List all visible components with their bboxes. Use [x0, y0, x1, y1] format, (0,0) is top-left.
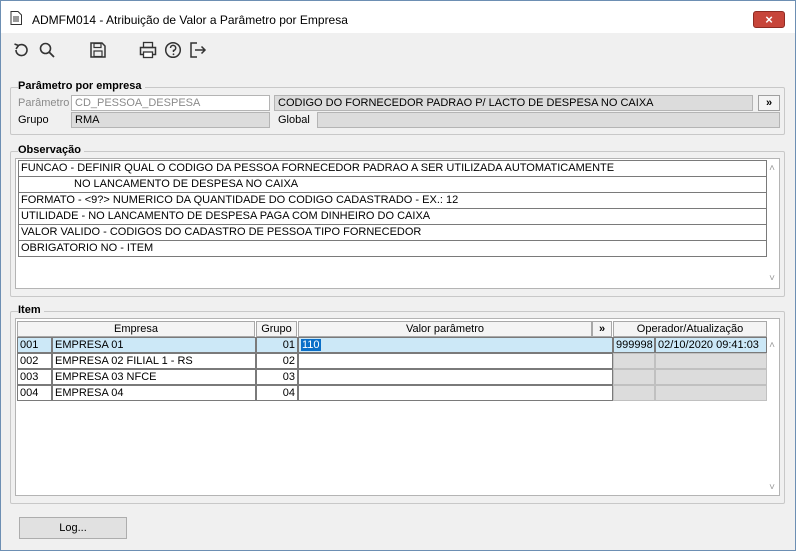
row-empresa-cell[interactable]: EMPRESA 02 FILIAL 1 - RS [52, 353, 256, 369]
header-grupo[interactable]: Grupo [256, 321, 297, 337]
global-label: Global [278, 114, 310, 126]
row-empresa-cell[interactable]: EMPRESA 04 [52, 385, 256, 401]
row-grupo-cell[interactable]: 03 [256, 369, 298, 385]
row-atualizacao-cell [655, 385, 767, 401]
close-button[interactable]: × [753, 11, 785, 28]
parametro-section-title: Parâmetro por empresa [18, 80, 145, 92]
row-code-cell[interactable]: 001 [17, 337, 52, 353]
row-valor-cell[interactable] [298, 385, 613, 401]
observacao-line: FUNCAO - DEFINIR QUAL O CODIGO DA PESSOA… [18, 160, 767, 177]
scroll-down-arrow-icon[interactable]: ˅ [766, 482, 778, 494]
global-field [317, 112, 780, 128]
observacao-line: VALOR VALIDO - CODIGOS DO CADASTRO DE PE… [18, 224, 767, 241]
row-operador-cell: 999998 [613, 337, 655, 353]
scroll-up-arrow-icon[interactable]: ˄ [766, 163, 778, 175]
main-window: ADMFM014 - Atribuição de Valor a Parâmet… [0, 0, 796, 551]
toolbar [1, 33, 795, 67]
row-empresa-cell[interactable]: EMPRESA 03 NFCE [52, 369, 256, 385]
grupo-field: RMA [71, 112, 270, 128]
row-grupo-cell[interactable]: 02 [256, 353, 298, 369]
row-operador-cell [613, 369, 655, 385]
parametro-lookup-button[interactable]: » [758, 95, 780, 111]
observacao-line: UTILIDADE - NO LANCAMENTO DE DESPESA PAG… [18, 208, 767, 225]
grupo-label: Grupo [18, 114, 49, 126]
row-grupo-cell[interactable]: 01 [256, 337, 298, 353]
observacao-line: NO LANCAMENTO DE DESPESA NO CAIXA [18, 176, 767, 193]
row-atualizacao-cell [655, 369, 767, 385]
parametro-description-field: CODIGO DO FORNECEDOR PADRAO P/ LACTO DE … [274, 95, 753, 111]
row-atualizacao-cell [655, 353, 767, 369]
row-code-cell[interactable]: 002 [17, 353, 52, 369]
row-atualizacao-cell: 02/10/2020 09:41:03 [655, 337, 767, 353]
scroll-up-arrow-icon[interactable]: ˄ [766, 340, 778, 352]
item-grid: Empresa Grupo Valor parâmetro » Operador… [15, 318, 780, 496]
row-valor-cell[interactable] [298, 369, 613, 385]
parametro-field[interactable]: CD_PESSOA_DESPESA [71, 95, 270, 111]
exit-icon[interactable] [189, 41, 207, 59]
row-valor-cell[interactable] [298, 353, 613, 369]
row-operador-cell [613, 353, 655, 369]
row-code-cell[interactable]: 003 [17, 369, 52, 385]
row-valor-cell[interactable]: 110 [298, 337, 613, 353]
help-icon[interactable] [164, 41, 182, 59]
parametro-label: Parâmetro [18, 97, 70, 109]
header-operador-atualizacao[interactable]: Operador/Atualização [613, 321, 767, 337]
header-expand-button[interactable]: » [592, 321, 612, 337]
observacao-line: FORMATO - <9?> NUMERICO DA QUANTIDADE DO… [18, 192, 767, 209]
row-grupo-cell[interactable]: 04 [256, 385, 298, 401]
row-operador-cell [613, 385, 655, 401]
header-valor-parametro[interactable]: Valor parâmetro [298, 321, 592, 337]
row-empresa-cell[interactable]: EMPRESA 01 [52, 337, 256, 353]
print-icon[interactable] [139, 41, 157, 59]
search-icon[interactable] [38, 41, 56, 59]
window-title: ADMFM014 - Atribuição de Valor a Parâmet… [32, 13, 348, 27]
scroll-down-arrow-icon[interactable]: ˅ [766, 273, 778, 285]
observacao-text-area[interactable]: FUNCAO - DEFINIR QUAL O CODIGO DA PESSOA… [15, 158, 780, 289]
document-icon [10, 11, 22, 25]
observacao-line: OBRIGATORIO NO - ITEM [18, 240, 767, 257]
header-empresa[interactable]: Empresa [17, 321, 255, 337]
undo-icon[interactable] [12, 41, 30, 59]
log-button[interactable]: Log... [19, 517, 127, 539]
row-code-cell[interactable]: 004 [17, 385, 52, 401]
item-section-title: Item [18, 304, 44, 316]
save-icon[interactable] [89, 41, 107, 59]
title-bar: ADMFM014 - Atribuição de Valor a Parâmet… [1, 1, 795, 33]
row-valor-selected-text: 110 [301, 339, 321, 351]
observacao-section-title: Observação [18, 144, 84, 156]
